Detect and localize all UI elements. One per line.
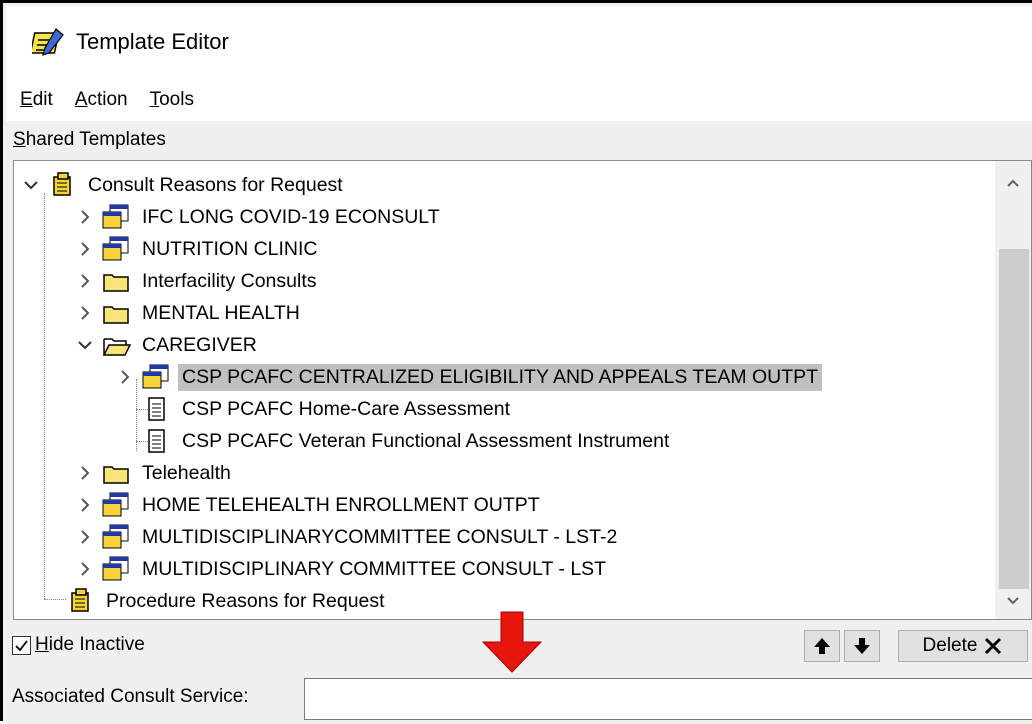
chevron-right-icon[interactable] bbox=[74, 494, 96, 516]
dialog-template-icon bbox=[142, 364, 169, 389]
scroll-down-button[interactable] bbox=[995, 583, 1031, 619]
move-down-button[interactable] bbox=[844, 630, 880, 662]
notepad-icon bbox=[32, 28, 64, 56]
chevron-right-icon[interactable] bbox=[74, 302, 96, 324]
tree-row-ifc-long-covid[interactable]: IFC LONG COVID-19 ECONSULT bbox=[74, 201, 444, 233]
tree-row-label: MULTIDISCIPLINARY COMMITTEE CONSULT - LS… bbox=[142, 557, 607, 580]
associated-consult-service-input[interactable] bbox=[304, 678, 1032, 720]
folder-closed-icon bbox=[103, 466, 129, 484]
folder-open-icon bbox=[102, 338, 132, 356]
tree-row-csp-pcafc-centralized[interactable]: CSP PCAFC CENTRALIZED ELIGIBILITY AND AP… bbox=[114, 361, 823, 393]
tree-row-label: Interfacility Consults bbox=[142, 269, 317, 292]
tree-row-label: Consult Reasons for Request bbox=[88, 173, 343, 196]
chevron-right-icon[interactable] bbox=[74, 238, 96, 260]
chevron-right-icon[interactable] bbox=[74, 270, 96, 292]
menu-tools[interactable]: Tools bbox=[150, 89, 194, 111]
shared-templates-tree[interactable]: Consult Reasons for Request IFC LONG COV… bbox=[13, 160, 1032, 620]
folder-closed-icon bbox=[103, 306, 129, 324]
menu-bar: Edit Action Tools bbox=[6, 78, 1032, 121]
tree-row-label: MENTAL HEALTH bbox=[142, 301, 300, 324]
tree-row-consult-reasons[interactable]: Consult Reasons for Request bbox=[20, 169, 347, 201]
move-up-button[interactable] bbox=[804, 630, 840, 662]
tree-row-label: Procedure Reasons for Request bbox=[106, 589, 385, 612]
tree-row-mental-health[interactable]: MENTAL HEALTH bbox=[74, 297, 304, 329]
tree-row-home-telehealth[interactable]: HOME TELEHEALTH ENROLLMENT OUTPT bbox=[74, 489, 544, 521]
tree-row-multidisciplinary-lst-2[interactable]: MULTIDISCIPLINARYCOMMITTEE CONSULT - LST… bbox=[74, 521, 621, 553]
tree-vertical-scrollbar[interactable] bbox=[995, 161, 1031, 619]
scroll-up-button[interactable] bbox=[995, 165, 1031, 201]
tree-row-label: CSP PCAFC CENTRALIZED ELIGIBILITY AND AP… bbox=[178, 363, 823, 391]
chevron-right-icon[interactable] bbox=[74, 462, 96, 484]
chevron-right-icon[interactable] bbox=[74, 206, 96, 228]
chevron-right-icon[interactable] bbox=[74, 526, 96, 548]
title-bar: Template Editor bbox=[6, 6, 1032, 78]
tree-row-csp-home-care[interactable]: CSP PCAFC Home-Care Assessment bbox=[140, 393, 514, 425]
dialog-template-icon bbox=[102, 236, 129, 261]
chevron-right-icon[interactable] bbox=[74, 558, 96, 580]
dialog-template-icon bbox=[102, 524, 129, 549]
tree-row-label: CAREGIVER bbox=[142, 333, 257, 356]
tree-row-nutrition-clinic[interactable]: NUTRITION CLINIC bbox=[74, 233, 322, 265]
tree-row-procedure-reasons[interactable]: Procedure Reasons for Request bbox=[64, 585, 389, 617]
chevron-down-icon[interactable] bbox=[74, 334, 96, 356]
document-icon bbox=[148, 429, 165, 453]
dialog-template-icon bbox=[102, 556, 129, 581]
tree-row-label: CSP PCAFC Veteran Functional Assessment … bbox=[182, 429, 670, 452]
chevron-right-icon[interactable] bbox=[114, 366, 136, 388]
window-title: Template Editor bbox=[76, 29, 229, 54]
tree-connector bbox=[44, 193, 45, 599]
menu-edit[interactable]: Edit bbox=[20, 89, 53, 111]
arrow-up-icon bbox=[814, 638, 830, 654]
associated-consult-service-label: Associated Consult Service: bbox=[12, 686, 249, 707]
tree-row-label: Telehealth bbox=[142, 461, 231, 484]
hide-inactive-checkbox[interactable]: Hide Inactive bbox=[12, 634, 145, 656]
tree-row-label: MULTIDISCIPLINARYCOMMITTEE CONSULT - LST… bbox=[142, 525, 618, 548]
chevron-down-icon bbox=[1007, 597, 1019, 605]
tree-row-label: HOME TELEHEALTH ENROLLMENT OUTPT bbox=[142, 493, 540, 516]
checkbox-box[interactable] bbox=[12, 635, 31, 655]
root-reasons-icon bbox=[53, 172, 71, 196]
tree-row-label: CSP PCAFC Home-Care Assessment bbox=[182, 397, 510, 420]
document-icon bbox=[148, 397, 165, 421]
associated-consult-service-row: Associated Consult Service: bbox=[6, 676, 1032, 724]
root-reasons-icon bbox=[71, 588, 89, 612]
delete-label: Delete bbox=[922, 635, 978, 656]
dialog-template-icon bbox=[102, 204, 129, 229]
tree-row-interfacility-consults[interactable]: Interfacility Consults bbox=[74, 265, 320, 297]
close-icon bbox=[985, 637, 1002, 655]
dialog-template-icon bbox=[102, 492, 129, 517]
arrow-down-icon bbox=[854, 638, 870, 654]
tree-row-caregiver[interactable]: CAREGIVER bbox=[74, 329, 261, 361]
delete-button[interactable]: Delete bbox=[898, 630, 1028, 662]
template-editor-window: Template Editor Edit Action Tools Shared… bbox=[0, 0, 1032, 724]
red-down-arrow-icon bbox=[481, 611, 543, 673]
tree-row-label: IFC LONG COVID-19 ECONSULT bbox=[142, 205, 440, 228]
tree-row-label: NUTRITION CLINIC bbox=[142, 237, 318, 260]
scroll-thumb[interactable] bbox=[999, 249, 1029, 589]
menu-action[interactable]: Action bbox=[75, 89, 128, 111]
chevron-up-icon bbox=[1007, 179, 1019, 187]
chevron-down-icon[interactable] bbox=[20, 174, 42, 196]
tree-row-telehealth[interactable]: Telehealth bbox=[74, 457, 235, 489]
tree-row-csp-veteran-functional[interactable]: CSP PCAFC Veteran Functional Assessment … bbox=[140, 425, 673, 457]
folder-closed-icon bbox=[103, 274, 129, 292]
tree-row-multidisciplinary-lst[interactable]: MULTIDISCIPLINARY COMMITTEE CONSULT - LS… bbox=[74, 553, 610, 585]
shared-templates-label: Shared Templates bbox=[13, 129, 166, 150]
checkmark-icon bbox=[15, 639, 28, 651]
hide-inactive-label: Hide Inactive bbox=[35, 634, 145, 655]
tree-connector bbox=[44, 599, 66, 600]
